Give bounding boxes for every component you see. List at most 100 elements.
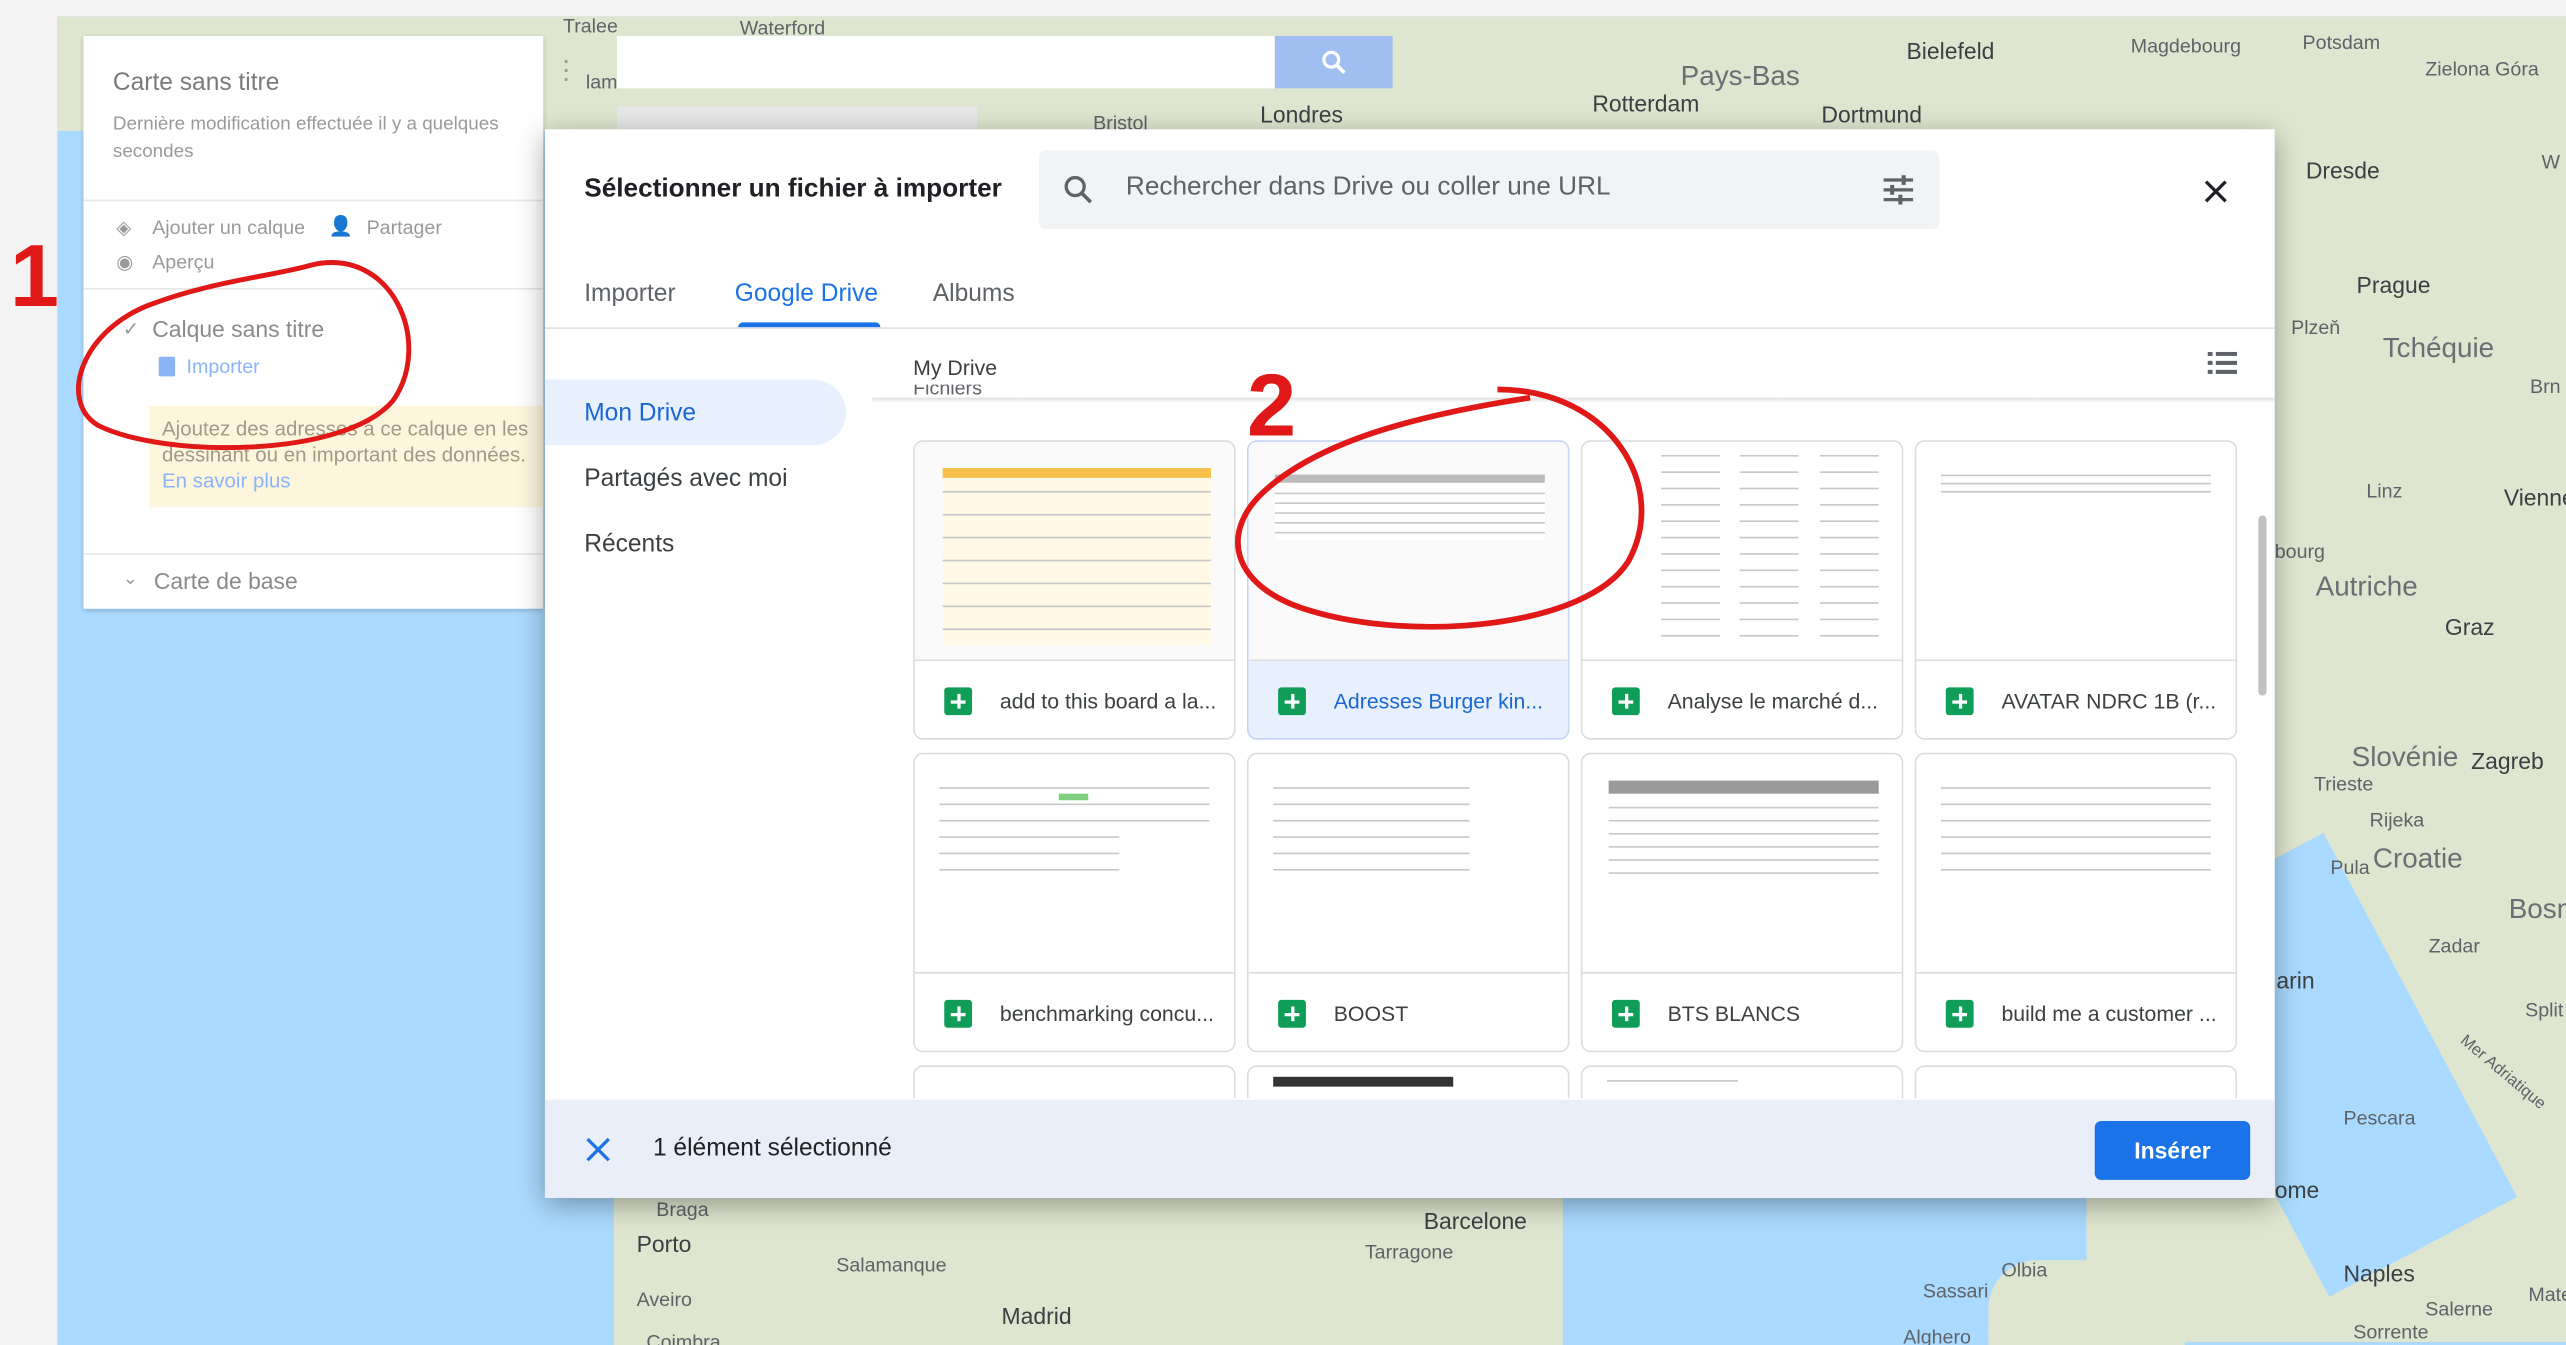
map-label: Londres bbox=[1260, 101, 1343, 128]
file-thumbnail bbox=[1582, 754, 1902, 974]
file-thumbnail bbox=[914, 754, 1234, 974]
selection-footer: 1 élément sélectionné Insérer bbox=[544, 1099, 2275, 1198]
sheets-icon bbox=[1611, 687, 1640, 716]
close-icon[interactable] bbox=[2203, 178, 2229, 204]
nav-recent[interactable]: Récents bbox=[584, 530, 674, 558]
map-label: Croatie bbox=[2372, 842, 2463, 874]
file-card[interactable]: AVATAR NDRC 1B (r... bbox=[1914, 440, 2238, 740]
map-label: Zadar bbox=[2428, 934, 2480, 958]
map-label: Rotterdam bbox=[1592, 90, 1700, 117]
map-label: Coimbra bbox=[646, 1330, 721, 1345]
file-card[interactable]: build me a customer ... bbox=[1914, 752, 2238, 1053]
breadcrumb[interactable]: My Drive bbox=[913, 355, 997, 380]
map-label: Zagreb bbox=[2471, 747, 2544, 775]
file-name: Analyse le marché d... bbox=[1667, 688, 1879, 714]
file-thumbnail bbox=[1916, 754, 2236, 974]
sheets-icon bbox=[944, 999, 973, 1028]
map-label: Tarragone bbox=[1364, 1240, 1454, 1264]
map-label: Pula bbox=[2330, 855, 2370, 879]
file-card[interactable] bbox=[1914, 1065, 2238, 1099]
file-thumbnail bbox=[1248, 754, 1568, 974]
map-label: Dortmund bbox=[1821, 101, 1923, 128]
more-options-icon[interactable]: ⋮ bbox=[553, 58, 579, 84]
map-label: Brn bbox=[2530, 374, 2561, 398]
map-label: W bbox=[2541, 150, 2561, 174]
map-label: Tralee bbox=[562, 14, 618, 38]
add-person-icon: 👤 bbox=[328, 214, 354, 238]
file-card[interactable]: BTS BLANCS bbox=[1580, 752, 1904, 1053]
map-label: Sassari bbox=[1922, 1279, 1989, 1303]
map-label: Bosn bbox=[2508, 893, 2566, 925]
map-label: Dresde bbox=[2305, 157, 2380, 184]
map-label: Alghero bbox=[1903, 1325, 1971, 1345]
map-label: Olbia bbox=[2001, 1258, 2048, 1282]
sheets-icon bbox=[1278, 687, 1306, 716]
share-button[interactable]: Partager bbox=[367, 216, 442, 239]
nav-my-drive[interactable]: Mon Drive bbox=[584, 399, 696, 427]
map-label: Rijeka bbox=[2369, 808, 2425, 832]
annotation-step-1: 1 bbox=[9, 227, 59, 326]
map-label: Slovénie bbox=[2351, 741, 2459, 773]
map-label: Trieste bbox=[2314, 772, 2374, 796]
file-card[interactable]: add to this board a la... bbox=[913, 440, 1236, 740]
map-label: Madrid bbox=[1001, 1302, 1072, 1329]
search-options-icon[interactable] bbox=[1882, 175, 1915, 205]
map-label: arin bbox=[2276, 967, 2315, 994]
map-label: Prague bbox=[2356, 271, 2431, 298]
map-label: Zielona Góra bbox=[2425, 57, 2539, 81]
layers-icon: ◈ bbox=[116, 216, 132, 239]
file-card[interactable]: benchmarking concu... bbox=[913, 752, 1236, 1053]
map-label: Pays-Bas bbox=[1680, 60, 1800, 92]
map-label: Graz bbox=[2444, 613, 2495, 640]
map-label: Salamanque bbox=[836, 1253, 947, 1277]
file-thumbnail bbox=[1916, 441, 2236, 662]
map-label: lam bbox=[585, 70, 618, 94]
search-placeholder: Rechercher dans Drive ou coller une URL bbox=[1125, 173, 1611, 202]
chevron-down-icon[interactable]: ⌄ bbox=[123, 568, 138, 590]
map-label: Split bbox=[2525, 998, 2564, 1022]
file-card[interactable] bbox=[913, 1065, 1236, 1099]
file-name: benchmarking concu... bbox=[999, 1001, 1214, 1027]
list-view-icon[interactable] bbox=[2207, 351, 2238, 375]
clear-selection-icon[interactable] bbox=[586, 1137, 611, 1162]
file-card[interactable]: BOOST bbox=[1247, 752, 1570, 1053]
section-label-files: Fichiers bbox=[913, 384, 982, 398]
file-name: BTS BLANCS bbox=[1667, 1001, 1801, 1027]
map-title[interactable]: Carte sans titre bbox=[113, 69, 279, 97]
map-label: Potsdam bbox=[2302, 31, 2381, 55]
file-card[interactable] bbox=[1580, 1065, 1904, 1099]
base-map-label[interactable]: Carte de base bbox=[154, 568, 298, 594]
map-label: Bielefeld bbox=[1906, 37, 1995, 64]
file-name: add to this board a la... bbox=[999, 688, 1217, 714]
file-name: BOOST bbox=[1333, 1001, 1409, 1027]
map-label: Sorrente bbox=[2353, 1320, 2429, 1344]
map-label: Barcelone bbox=[1423, 1207, 1527, 1234]
drive-search-input[interactable]: Rechercher dans Drive ou coller une URL bbox=[1039, 150, 1940, 230]
selected-count: 1 élément sélectionné bbox=[652, 1134, 892, 1162]
map-label: Vienne bbox=[2503, 484, 2566, 511]
map-search-button[interactable] bbox=[1274, 36, 1393, 89]
annotation-circle-1 bbox=[76, 260, 412, 451]
map-label: Tchéquie bbox=[2382, 332, 2495, 364]
map-label: Plzeň bbox=[2291, 315, 2341, 339]
learn-more-link[interactable]: En savoir plus bbox=[162, 470, 290, 493]
sheets-icon bbox=[1945, 999, 1974, 1028]
tab-google-drive[interactable]: Google Drive bbox=[735, 280, 878, 308]
tab-albums[interactable]: Albums bbox=[933, 280, 1015, 308]
file-name: build me a customer ... bbox=[2001, 1001, 2217, 1027]
file-picker-dialog: Sélectionner un fichier à importer Reche… bbox=[544, 129, 2275, 1198]
insert-button[interactable]: Insérer bbox=[2094, 1121, 2251, 1180]
sheets-icon bbox=[1945, 687, 1974, 716]
tab-importer[interactable]: Importer bbox=[584, 280, 675, 308]
nav-shared-with-me[interactable]: Partagés avec moi bbox=[584, 465, 787, 493]
add-layer-button[interactable]: Ajouter un calque bbox=[152, 216, 305, 239]
search-icon bbox=[1064, 175, 1093, 204]
map-label: ome bbox=[2274, 1176, 2320, 1203]
map-label: Autriche bbox=[2315, 571, 2418, 603]
map-label: Braga bbox=[656, 1197, 709, 1221]
file-card[interactable] bbox=[1247, 1065, 1570, 1099]
map-label: Magdebourg bbox=[2130, 34, 2242, 58]
map-search-input[interactable] bbox=[616, 36, 1275, 89]
scrollbar[interactable] bbox=[2258, 515, 2267, 696]
last-modified-text: Dernière modification effectuée il y a q… bbox=[112, 114, 499, 163]
